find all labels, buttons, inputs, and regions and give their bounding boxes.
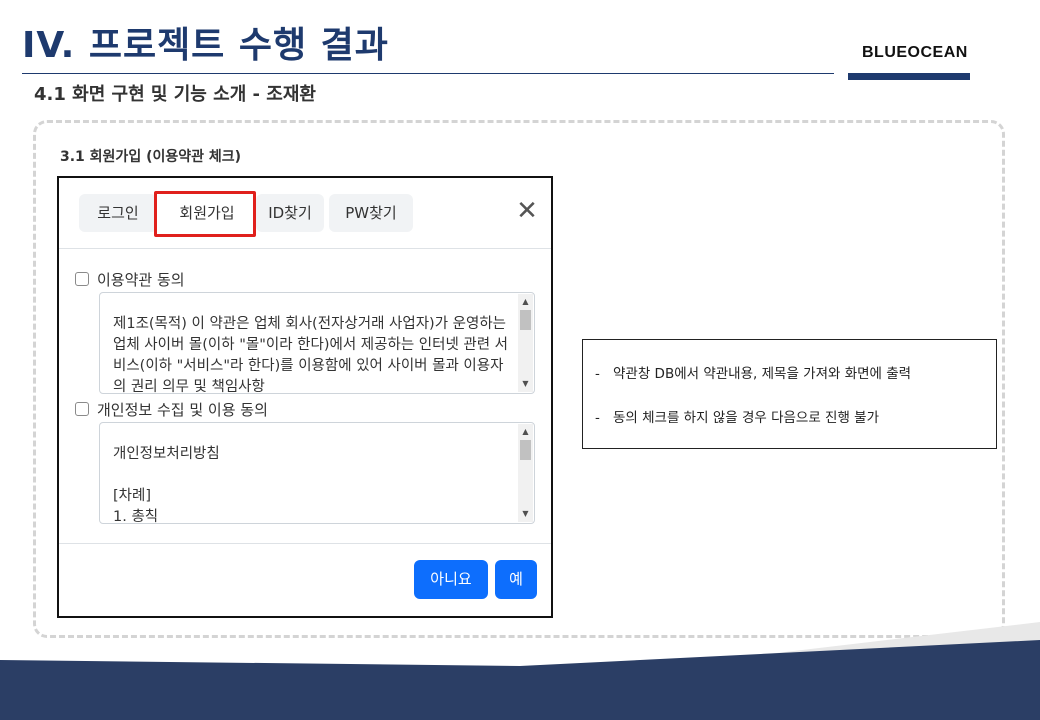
footer-decoration (0, 622, 1040, 720)
